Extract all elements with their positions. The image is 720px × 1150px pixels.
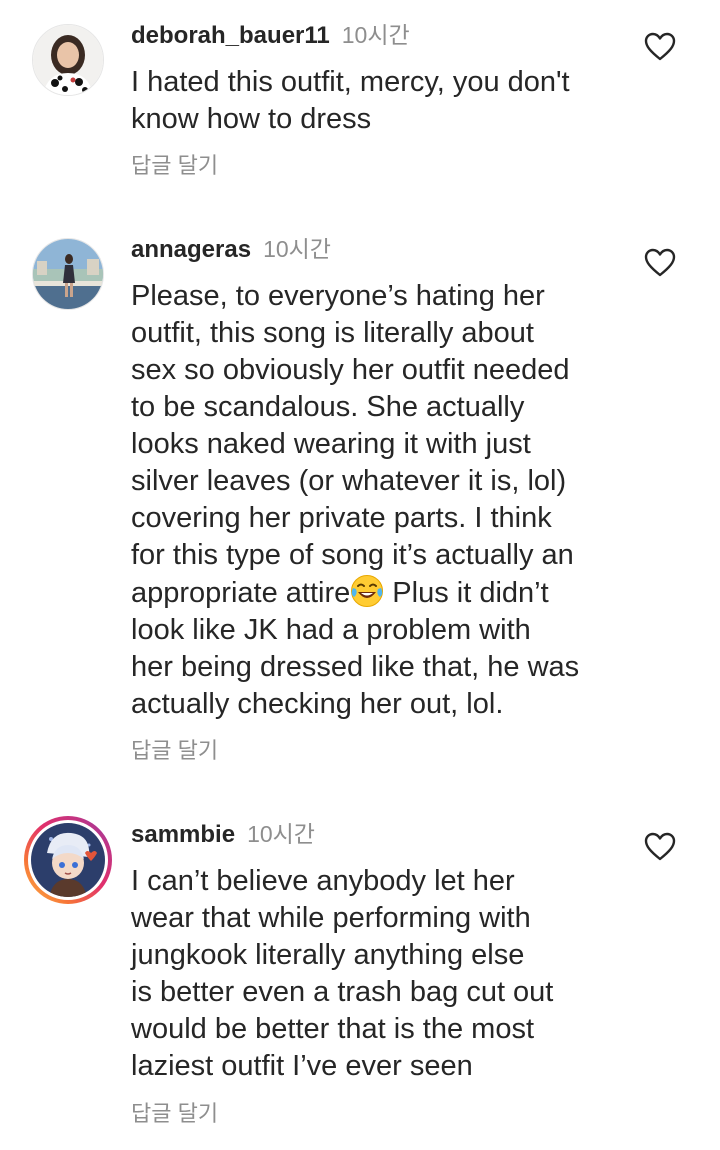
- heart-outline-icon[interactable]: [644, 832, 676, 862]
- avatar[interactable]: [32, 24, 104, 96]
- face-with-tears-of-joy-icon: [350, 574, 384, 608]
- reply-button[interactable]: 답글 달기: [131, 1100, 218, 1128]
- reply-button[interactable]: 답글 달기: [131, 737, 218, 765]
- comment-text: Please, to everyone’s hating her outfit,…: [131, 278, 631, 723]
- comment-header: sammbie 10시간: [131, 819, 315, 849]
- avatar-image: [31, 823, 105, 897]
- comment-text: I hated this outfit, mercy, you don't kn…: [131, 66, 570, 135]
- avatar[interactable]: [32, 238, 104, 310]
- comment-header: annageras 10시간: [131, 234, 331, 264]
- comment-text: I can’t believe anybody let her wear tha…: [131, 865, 554, 1082]
- username[interactable]: sammbie: [131, 821, 235, 848]
- heart-outline-icon[interactable]: [644, 248, 676, 278]
- reply-button[interactable]: 답글 달기: [131, 152, 218, 180]
- username[interactable]: deborah_bauer11: [131, 22, 330, 49]
- timestamp: 10시간: [341, 22, 410, 48]
- comment-text-part: Please, to everyone’s hating her outfit,…: [131, 280, 574, 609]
- comment-header: deborah_bauer11 10시간: [131, 20, 410, 50]
- username[interactable]: annageras: [131, 236, 251, 263]
- avatar-image: [33, 239, 103, 309]
- heart-outline-icon[interactable]: [644, 32, 676, 62]
- avatar-image: [33, 25, 103, 95]
- timestamp: 10시간: [263, 236, 331, 262]
- avatar-story-ring[interactable]: [24, 816, 112, 904]
- timestamp: 10시간: [247, 821, 315, 847]
- avatar: [31, 823, 105, 897]
